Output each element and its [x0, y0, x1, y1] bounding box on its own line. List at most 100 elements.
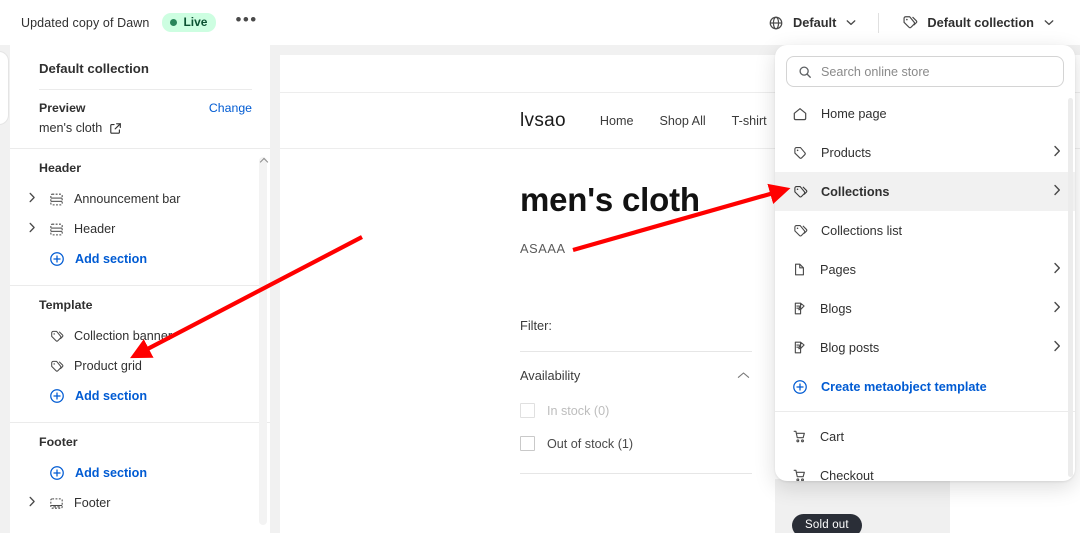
sidebar-add-section-footer[interactable]: Add section: [23, 458, 260, 488]
chevron-right-icon[interactable]: [1053, 262, 1061, 277]
sidebar-item-label: Header: [74, 222, 116, 236]
sidebar-item-collection-banner[interactable]: Collection banner: [23, 321, 260, 351]
globe-icon: [768, 15, 784, 31]
sidebar-sections-scroll: Header Announcement bar Header Add secti…: [10, 149, 270, 533]
sidebar-add-section-template[interactable]: Add section: [23, 381, 260, 411]
product-card[interactable]: Sold out: [775, 479, 950, 533]
filter-option-out-of-stock[interactable]: Out of stock (1): [520, 436, 752, 451]
sidebar-group-footer: Footer Add section Footer: [10, 422, 270, 529]
preview-value-label: men's cloth: [39, 121, 103, 135]
dropdown-item-label: Create metaobject template: [821, 379, 987, 394]
dropdown-divider: [775, 411, 1075, 412]
filter-option-in-stock[interactable]: In stock (0): [520, 403, 752, 418]
checkbox-icon[interactable]: [520, 403, 535, 418]
sidebar-preview-block: Preview Change men's cloth: [39, 89, 252, 148]
preview-label: Preview: [39, 101, 86, 115]
top-bar-right: Default Default collection: [758, 8, 1080, 37]
filter-divider-bottom: [520, 473, 752, 474]
dropdown-item-home-page[interactable]: Home page: [775, 94, 1075, 133]
store-nav-item-home[interactable]: Home: [600, 114, 634, 128]
dropdown-item-blog-posts[interactable]: Blog posts: [775, 328, 1075, 367]
dropdown-item-cart[interactable]: Cart: [775, 417, 1075, 456]
filter-group-label: Availability: [520, 368, 581, 383]
sidebar-item-announcement-bar[interactable]: Announcement bar: [23, 184, 260, 214]
dropdown-item-label: Home page: [821, 106, 887, 121]
plus-circle-icon: [49, 465, 65, 481]
more-options-button[interactable]: •••: [229, 11, 263, 34]
filter-option-label: In stock (0): [547, 403, 610, 418]
collection-tag-icon: [49, 359, 64, 374]
store-nav-item-shop-all[interactable]: Shop All: [659, 114, 705, 128]
dropdown-item-blogs[interactable]: Blogs: [775, 289, 1075, 328]
sidebar-item-header[interactable]: Header: [23, 214, 260, 244]
chevron-right-icon[interactable]: [25, 222, 39, 236]
filter-group-availability[interactable]: Availability: [520, 352, 752, 383]
dropdown-item-label: Pages: [820, 262, 856, 277]
dropdown-item-create-metaobject-template[interactable]: Create metaobject template: [775, 367, 1075, 406]
sidebar-group-title: Template: [39, 298, 93, 312]
dropdown-item-label: Cart: [820, 429, 844, 444]
sidebar-item-label: Add section: [75, 252, 148, 266]
search-icon: [798, 65, 812, 79]
plus-circle-icon: [792, 379, 808, 395]
filter-options: In stock (0) Out of stock (1): [520, 383, 752, 451]
chevron-right-icon[interactable]: [1053, 301, 1061, 316]
sidebar-group-template: Template Collection banner Product grid …: [10, 285, 270, 422]
cart-icon: [792, 429, 807, 444]
chevron-right-icon[interactable]: [25, 192, 39, 206]
theme-name: Updated copy of Dawn: [21, 15, 150, 30]
sidebar-item-label: Footer: [74, 496, 111, 510]
store-nav-item-tshirt[interactable]: T-shirt: [732, 114, 767, 128]
checkbox-icon[interactable]: [520, 436, 535, 451]
dropdown-item-collections-list[interactable]: Collections list: [775, 211, 1075, 250]
filter-label: Filter:: [520, 318, 552, 333]
search-input[interactable]: [821, 64, 1052, 79]
dropdown-item-products[interactable]: Products: [775, 133, 1075, 172]
collection-tag-icon: [901, 14, 918, 31]
sidebar-group-title: Header: [39, 161, 82, 175]
store-logo: lvsao: [520, 109, 566, 131]
search-field[interactable]: [786, 56, 1064, 87]
dropdown-item-label: Blogs: [820, 301, 852, 316]
live-dot-icon: [170, 18, 178, 26]
collection-tag-icon: [49, 329, 64, 344]
dropdown-list: Home page Products Collections Collectio…: [775, 94, 1075, 481]
home-icon: [792, 106, 808, 122]
locale-selector[interactable]: Default: [758, 9, 866, 37]
dropdown-item-label: Collections: [821, 184, 890, 199]
template-selector[interactable]: Default collection: [891, 8, 1064, 37]
sidebar-group-header: Header Announcement bar Header Add secti…: [10, 149, 270, 285]
left-rail-stub: [0, 52, 8, 124]
sidebar-item-label: Add section: [75, 389, 148, 403]
dropdown-search-wrap: [775, 45, 1075, 94]
sidebar-item-footer[interactable]: Footer: [23, 488, 260, 518]
template-picker-dropdown: Home page Products: [775, 45, 1075, 481]
status-badge-label: Live: [183, 15, 208, 29]
filter-option-label: Out of stock (1): [547, 436, 634, 451]
dropdown-item-label: Blog posts: [820, 340, 880, 355]
sidebar-item-label: Add section: [75, 466, 148, 480]
status-badge-sold-out: Sold out: [792, 514, 862, 533]
sidebar-add-section-header[interactable]: Add section: [23, 244, 260, 274]
theme-editor-app: Updated copy of Dawn Live ••• Default De…: [0, 0, 1080, 533]
change-preview-button[interactable]: Change: [209, 101, 252, 115]
plus-circle-icon: [49, 388, 65, 404]
sidebar-item-label: Collection banner: [74, 329, 173, 343]
sidebar-scrollbar[interactable]: [259, 157, 267, 525]
dropdown-item-checkout[interactable]: Checkout: [775, 456, 1075, 481]
filter-panel: Filter: Availability In stock (0) Out of…: [520, 318, 752, 474]
section-icon: [49, 192, 64, 207]
chevron-right-icon[interactable]: [25, 496, 39, 510]
sidebar-item-product-grid[interactable]: Product grid: [23, 351, 260, 381]
store-nav: Home Shop All T-shirt: [600, 114, 767, 128]
dropdown-scrollbar[interactable]: [1068, 98, 1073, 477]
chevron-right-icon[interactable]: [1053, 340, 1061, 355]
footer-icon: [49, 496, 64, 511]
chevron-right-icon[interactable]: [1053, 184, 1061, 199]
dropdown-item-collections[interactable]: Collections: [775, 172, 1075, 211]
chevron-right-icon[interactable]: [1053, 145, 1061, 160]
preview-value[interactable]: men's cloth: [39, 121, 252, 135]
collection-tag-icon: [792, 184, 808, 200]
dropdown-item-pages[interactable]: Pages: [775, 250, 1075, 289]
external-link-icon[interactable]: [109, 122, 122, 135]
